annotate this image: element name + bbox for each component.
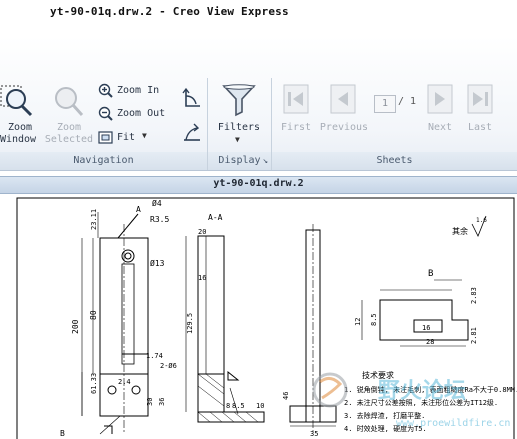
side-view <box>289 224 337 434</box>
label-a-top: A <box>136 205 141 214</box>
dim-2-phi6: 2-Ø6 <box>160 362 177 370</box>
section-view <box>185 235 265 423</box>
dim-8-5-b: 8.5 <box>232 402 245 410</box>
cad-drawing: 23.11 A Ø4 R3.5 Ø13 200 80 61.33 1.74 2-… <box>16 197 517 439</box>
dim-phi13: Ø13 <box>150 258 165 268</box>
navigation-group-label: Navigation <box>0 152 207 170</box>
next-sheet-label: Next <box>427 122 453 133</box>
roughness-note: 其余 <box>452 226 468 236</box>
zoom-window-label-1: Zoom <box>7 122 33 133</box>
dim-35: 35 <box>310 430 318 438</box>
last-sheet-button[interactable]: Last <box>462 80 498 148</box>
page-number-input[interactable]: 1 <box>374 95 396 113</box>
dim-8-5-c: 8.5 <box>370 313 378 326</box>
zoom-in-label: Zoom In <box>117 85 160 96</box>
dim-r35: R3.5 <box>150 215 169 224</box>
zoom-out-label: Zoom Out <box>117 108 166 119</box>
drawing-canvas[interactable]: 23.11 A Ø4 R3.5 Ø13 200 80 61.33 1.74 2-… <box>0 194 517 439</box>
rotate-cw-button[interactable] <box>180 120 204 144</box>
previous-page-icon <box>330 84 356 114</box>
fit-label: Fit <box>117 132 136 143</box>
dim-8-a: 8 <box>226 402 230 410</box>
filters-dropdown-chevron-icon[interactable]: ▼ <box>235 135 240 144</box>
dim-20: 20 <box>198 228 206 236</box>
watermark-chinese: 野火论坛 <box>378 378 466 404</box>
dim-36: 36 <box>158 398 166 406</box>
next-sheet-button[interactable]: Next <box>422 80 458 148</box>
label-b-detail: B <box>428 269 433 279</box>
watermark-logo <box>312 372 348 408</box>
rotate-ccw-icon <box>182 87 200 107</box>
filter-funnel-icon <box>222 84 256 117</box>
previous-sheet-button[interactable]: Previous <box>318 80 370 148</box>
rotate-cw-icon <box>184 123 200 141</box>
dim-129-5: 129.5 <box>186 313 194 334</box>
first-sheet-button[interactable]: First <box>278 80 314 148</box>
next-page-icon <box>427 84 453 114</box>
document-title: yt-90-01q.drw.2 <box>213 178 304 189</box>
dim-80: 80 <box>89 310 98 320</box>
dim-16-a: 16 <box>198 274 206 282</box>
dim-2-81: 2.81 <box>470 327 478 344</box>
previous-sheet-label: Previous <box>319 122 369 133</box>
dim-2-83: 2.83 <box>470 287 478 304</box>
roughness-value: 1.6 <box>476 217 487 224</box>
dim-28: 28 <box>426 338 434 346</box>
zoom-selected-icon <box>55 87 84 117</box>
display-group-label: Display ↘ <box>208 152 271 170</box>
filters-button[interactable]: Filters ▼ <box>214 80 264 148</box>
last-sheet-label: Last <box>467 122 493 133</box>
dim-10: 10 <box>256 402 264 410</box>
fit-dropdown-chevron-icon[interactable]: ▼ <box>142 131 147 140</box>
zoom-out-icon <box>98 106 113 121</box>
dim-12: 12 <box>354 318 362 326</box>
watermark-url: www.proewildfire.cn <box>396 418 510 429</box>
title-bar: yt-90-01q.drw.2 - Creo View Express <box>0 0 517 36</box>
dim-2-4: 2.4 <box>118 378 131 386</box>
dim-phi4: Ø4 <box>152 198 162 208</box>
dim-46: 46 <box>282 392 290 400</box>
page-total-label: / 1 <box>398 96 417 107</box>
zoom-in-icon <box>98 83 113 98</box>
dim-61-33: 61.33 <box>90 373 98 394</box>
dim-16-b: 16 <box>422 324 430 332</box>
zoom-selected-button[interactable]: Zoom Selected <box>44 80 94 148</box>
first-sheet-label: First <box>280 122 312 133</box>
document-title-bar: yt-90-01q.drw.2 <box>0 176 517 194</box>
fit-button[interactable]: Fit ▼ <box>98 130 158 146</box>
section-label-aa: A-A <box>208 213 223 222</box>
fit-icon <box>98 131 113 144</box>
first-page-icon <box>283 84 309 114</box>
dim-200: 200 <box>71 319 80 334</box>
label-b-bottom: B <box>60 429 65 438</box>
display-group-label-text: Display <box>218 155 261 166</box>
filters-label: Filters <box>217 122 261 133</box>
dim-23-11: 23.11 <box>90 209 98 230</box>
last-page-icon <box>467 84 493 114</box>
rotate-ccw-button[interactable] <box>180 86 204 110</box>
zoom-window-button[interactable]: Zoom Window <box>0 80 40 148</box>
zoom-in-button[interactable]: Zoom In <box>98 83 168 99</box>
zoom-out-button[interactable]: Zoom Out <box>98 106 172 122</box>
detail-view-b <box>361 279 469 347</box>
front-view <box>81 212 149 435</box>
sheets-group-label: Sheets <box>272 152 517 170</box>
dim-1-74: 1.74 <box>146 352 163 360</box>
window-title: yt-90-01q.drw.2 - Creo View Express <box>50 5 289 18</box>
zoom-window-icon <box>0 85 33 117</box>
dim-30: 30 <box>146 398 154 406</box>
zoom-window-label-2: Window <box>0 134 37 145</box>
zoom-selected-label-2: Selected <box>44 134 94 145</box>
display-dialog-launcher-icon[interactable]: ↘ <box>263 152 268 170</box>
zoom-selected-label-1: Zoom <box>56 122 82 133</box>
